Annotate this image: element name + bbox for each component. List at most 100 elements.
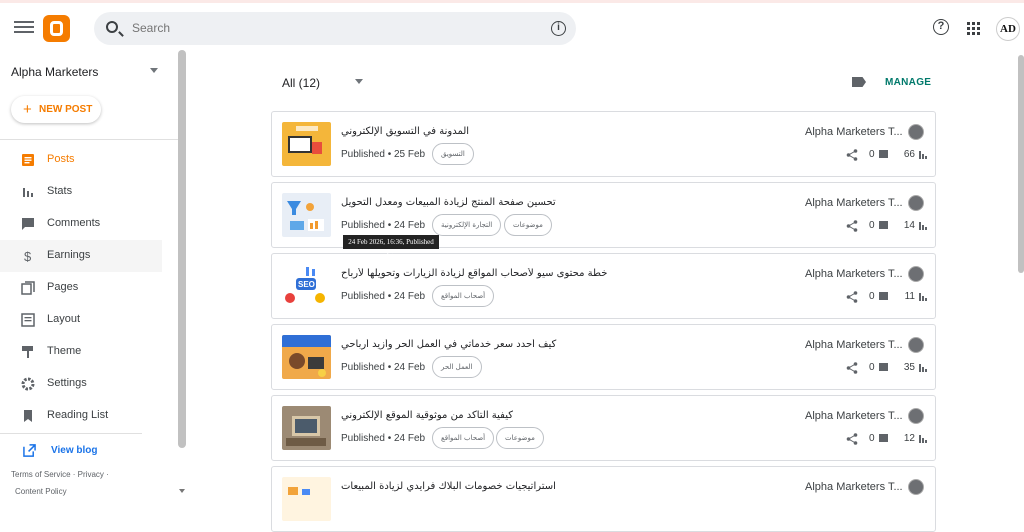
search-input[interactable] bbox=[132, 18, 532, 38]
view-count: 12 bbox=[903, 433, 915, 444]
comment-icon bbox=[879, 363, 888, 371]
post-title[interactable]: تحسين صفحة المنتج لزيادة المبيعات ومعدل … bbox=[341, 197, 771, 208]
post-author: Alpha Marketers T... bbox=[805, 410, 903, 422]
share-icon[interactable] bbox=[846, 220, 858, 232]
dollar-icon: $ bbox=[24, 249, 32, 263]
view-count: 14 bbox=[903, 220, 915, 231]
open-external-icon bbox=[23, 444, 36, 457]
bookmark-icon bbox=[24, 410, 32, 422]
share-icon[interactable] bbox=[846, 291, 858, 303]
view-count: 66 bbox=[903, 149, 915, 160]
post-filter-select[interactable]: All (12) bbox=[282, 76, 320, 90]
post-thumbnail bbox=[282, 406, 331, 450]
post-status: Published bbox=[341, 433, 385, 444]
sidebar-item-label: Earnings bbox=[47, 249, 91, 261]
search-bar[interactable]: i bbox=[94, 12, 576, 45]
post-date[interactable]: 25 Feb bbox=[394, 149, 425, 160]
sidebar-item-comments[interactable]: Comments bbox=[0, 208, 162, 240]
search-icon[interactable] bbox=[106, 21, 118, 33]
sidebar-scrollbar[interactable] bbox=[178, 50, 186, 448]
post-title[interactable]: استراتيجيات خصومات البلاك فرايدي لزيادة … bbox=[341, 481, 771, 492]
info-icon[interactable]: i bbox=[551, 21, 566, 36]
sidebar-item-label: Settings bbox=[47, 377, 87, 389]
comments-icon bbox=[22, 218, 34, 230]
posts-icon bbox=[22, 154, 34, 166]
post-title[interactable]: كيفية التأكد من موثوقية الموقع الإلكترون… bbox=[341, 410, 771, 421]
sidebar-item-label: Pages bbox=[47, 281, 79, 293]
sidebar-item-pages[interactable]: Pages bbox=[0, 272, 162, 304]
label-chip[interactable]: موضوعات bbox=[504, 214, 552, 236]
author-avatar bbox=[908, 124, 924, 140]
post-row[interactable]: المدونة في التسويق الإلكتروني Published … bbox=[271, 111, 936, 177]
label-chip[interactable]: العمل الحر bbox=[432, 356, 482, 378]
blogger-logo-icon[interactable] bbox=[43, 15, 70, 42]
content-policy-link[interactable]: Content Policy bbox=[15, 487, 67, 496]
view-blog-label: View blog bbox=[51, 445, 98, 456]
footer-links[interactable]: Terms of Service · Privacy · bbox=[11, 470, 109, 479]
sidebar-item-earnings[interactable]: $ Earnings bbox=[0, 240, 162, 272]
view-count: 35 bbox=[903, 362, 915, 373]
post-date[interactable]: 24 Feb bbox=[394, 362, 425, 373]
app-header: i ? AD bbox=[0, 3, 1024, 53]
post-row[interactable]: كيفية التأكد من موثوقية الموقع الإلكترون… bbox=[271, 395, 936, 461]
author-avatar bbox=[908, 337, 924, 353]
apps-grid-icon[interactable] bbox=[967, 22, 980, 35]
sidebar: Alpha Marketers + NEW POST Posts Stats C… bbox=[0, 55, 178, 498]
post-title[interactable]: المدونة في التسويق الإلكتروني bbox=[341, 126, 771, 137]
post-title[interactable]: خطة محتوى سيو لأصحاب المواقع لزيادة الزي… bbox=[341, 268, 771, 279]
post-thumbnail: SEO bbox=[282, 264, 331, 308]
divider bbox=[0, 433, 142, 434]
share-icon[interactable] bbox=[846, 433, 858, 445]
post-status: Published bbox=[341, 291, 385, 302]
share-icon[interactable] bbox=[846, 362, 858, 374]
sidebar-item-stats[interactable]: Stats bbox=[0, 176, 162, 208]
sidebar-item-theme[interactable]: Theme bbox=[0, 336, 162, 368]
post-meta: Published • 24 Feb bbox=[341, 362, 426, 373]
comment-count: 0 bbox=[869, 433, 875, 444]
label-chip[interactable]: التجارة الإلكترونية bbox=[432, 214, 502, 236]
new-post-button[interactable]: + NEW POST bbox=[11, 96, 101, 123]
post-title[interactable]: كيف أحدد سعر خدماتي في العمل الحر وأزيد … bbox=[341, 339, 771, 350]
post-date[interactable]: 24 Feb bbox=[394, 433, 425, 444]
page-scrollbar[interactable] bbox=[1018, 55, 1024, 273]
sidebar-item-posts[interactable]: Posts bbox=[0, 144, 162, 176]
theme-icon bbox=[22, 346, 33, 358]
help-icon[interactable]: ? bbox=[933, 19, 949, 35]
post-author: Alpha Marketers T... bbox=[805, 126, 903, 138]
blog-selector[interactable]: Alpha Marketers bbox=[11, 65, 98, 79]
post-date[interactable]: 24 Feb bbox=[394, 291, 425, 302]
label-chip[interactable]: موضوعات bbox=[496, 427, 544, 449]
scroll-down-arrow-icon[interactable] bbox=[179, 489, 185, 493]
label-chip[interactable]: التسويق bbox=[432, 143, 474, 165]
sidebar-item-layout[interactable]: Layout bbox=[0, 304, 162, 336]
post-thumbnail bbox=[282, 193, 331, 237]
label-icon[interactable] bbox=[852, 77, 866, 87]
sidebar-item-label: Theme bbox=[47, 345, 82, 357]
account-avatar[interactable]: AD bbox=[996, 17, 1020, 41]
svg-text:SEO: SEO bbox=[298, 280, 315, 289]
sidebar-item-label: Reading List bbox=[47, 409, 109, 421]
comment-icon bbox=[879, 434, 888, 442]
label-chip[interactable]: أصحاب المواقع bbox=[432, 285, 495, 307]
stats-icon bbox=[23, 188, 33, 197]
divider bbox=[0, 139, 178, 140]
posts-panel: All (12) MANAGE المدونة في التسويق الإلك… bbox=[188, 55, 1018, 532]
new-post-label: NEW POST bbox=[39, 104, 93, 115]
view-blog-link[interactable]: View blog bbox=[21, 440, 141, 462]
chevron-down-icon[interactable] bbox=[150, 68, 158, 73]
sidebar-item-label: Layout bbox=[47, 313, 81, 325]
post-date[interactable]: 24 Feb bbox=[394, 220, 425, 231]
post-row[interactable]: كيف أحدد سعر خدماتي في العمل الحر وأزيد … bbox=[271, 324, 936, 390]
post-row[interactable]: استراتيجيات خصومات البلاك فرايدي لزيادة … bbox=[271, 466, 936, 532]
author-avatar bbox=[908, 408, 924, 424]
sidebar-item-settings[interactable]: Settings bbox=[0, 368, 162, 400]
post-meta: Published • 24 Feb bbox=[341, 433, 426, 444]
bar-chart-icon bbox=[919, 151, 927, 159]
manage-button[interactable]: MANAGE bbox=[885, 77, 931, 88]
chevron-down-icon[interactable] bbox=[355, 79, 363, 84]
menu-icon[interactable] bbox=[14, 18, 34, 36]
sidebar-item-reading-list[interactable]: Reading List bbox=[0, 400, 162, 432]
post-row[interactable]: SEO خطة محتوى سيو لأصحاب المواقع لزيادة … bbox=[271, 253, 936, 319]
share-icon[interactable] bbox=[846, 149, 858, 161]
label-chip[interactable]: أصحاب المواقع bbox=[432, 427, 495, 449]
